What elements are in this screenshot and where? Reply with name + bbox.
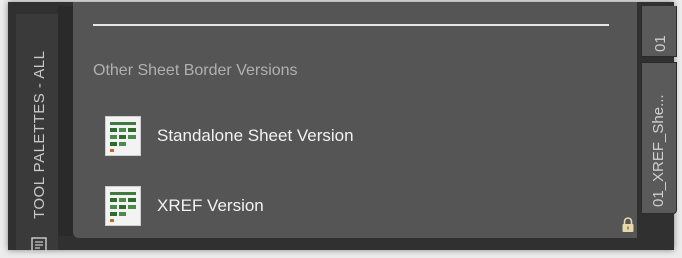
tab-01-xref-sheet[interactable]: 01_XREF_She... [641, 62, 677, 214]
palette-content: Other Sheet Border Versions Standalone S… [73, 2, 637, 238]
palette-tabs: 01 01_XREF_She... [637, 2, 682, 250]
tab-01[interactable]: 01 [641, 6, 677, 57]
tool-standalone-sheet-version[interactable]: Standalone Sheet Version [105, 114, 354, 158]
tool-label: Standalone Sheet Version [157, 126, 354, 145]
palette-title-bar[interactable]: TOOL PALETTES - ALL [16, 14, 58, 253]
palette-title: TOOL PALETTES - ALL [31, 50, 48, 219]
lock-icon[interactable] [621, 217, 635, 233]
tool-xref-version[interactable]: XREF Version [105, 184, 264, 228]
section-label: Other Sheet Border Versions [93, 62, 298, 79]
tab-label: 01_XREF_She... [650, 94, 667, 207]
separator-line [93, 24, 609, 26]
sheet-thumbnail-icon [105, 186, 141, 226]
sheet-thumbnail-icon [105, 116, 141, 156]
palette-properties-icon[interactable] [30, 236, 48, 254]
tool-palette-window: TOOL PALETTES - ALL Other Sheet Border V… [8, 2, 677, 253]
tab-label: 01 [652, 35, 669, 52]
tool-label: XREF Version [157, 196, 264, 215]
